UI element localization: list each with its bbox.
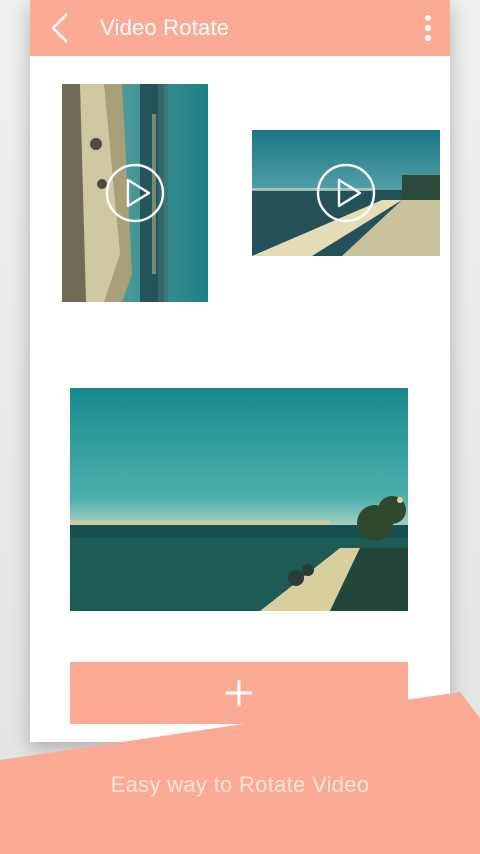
- video-thumbnail-landscape[interactable]: [252, 130, 440, 256]
- add-video-button[interactable]: [70, 662, 408, 724]
- play-circle-icon: [316, 163, 376, 223]
- app-title: Video Rotate: [100, 15, 230, 40]
- back-button[interactable]: [30, 0, 90, 56]
- video-preview-large[interactable]: [70, 388, 408, 611]
- play-circle-icon: [105, 163, 165, 223]
- play-button[interactable]: [104, 162, 166, 224]
- more-vert-icon: [425, 15, 431, 41]
- app-screen: Video Rotate Easy way to Rotate Video: [0, 0, 480, 854]
- promo-tagline: Easy way to Rotate Video: [110, 772, 370, 797]
- plus-icon: [226, 680, 252, 706]
- play-button[interactable]: [315, 162, 377, 224]
- phone-frame: Video Rotate: [30, 0, 450, 742]
- overflow-menu-button[interactable]: [406, 0, 450, 56]
- app-bar: Video Rotate: [30, 0, 450, 56]
- video-preview-image: [70, 388, 408, 611]
- video-thumbnail-rotated[interactable]: [62, 84, 208, 302]
- chevron-left-icon: [51, 13, 68, 43]
